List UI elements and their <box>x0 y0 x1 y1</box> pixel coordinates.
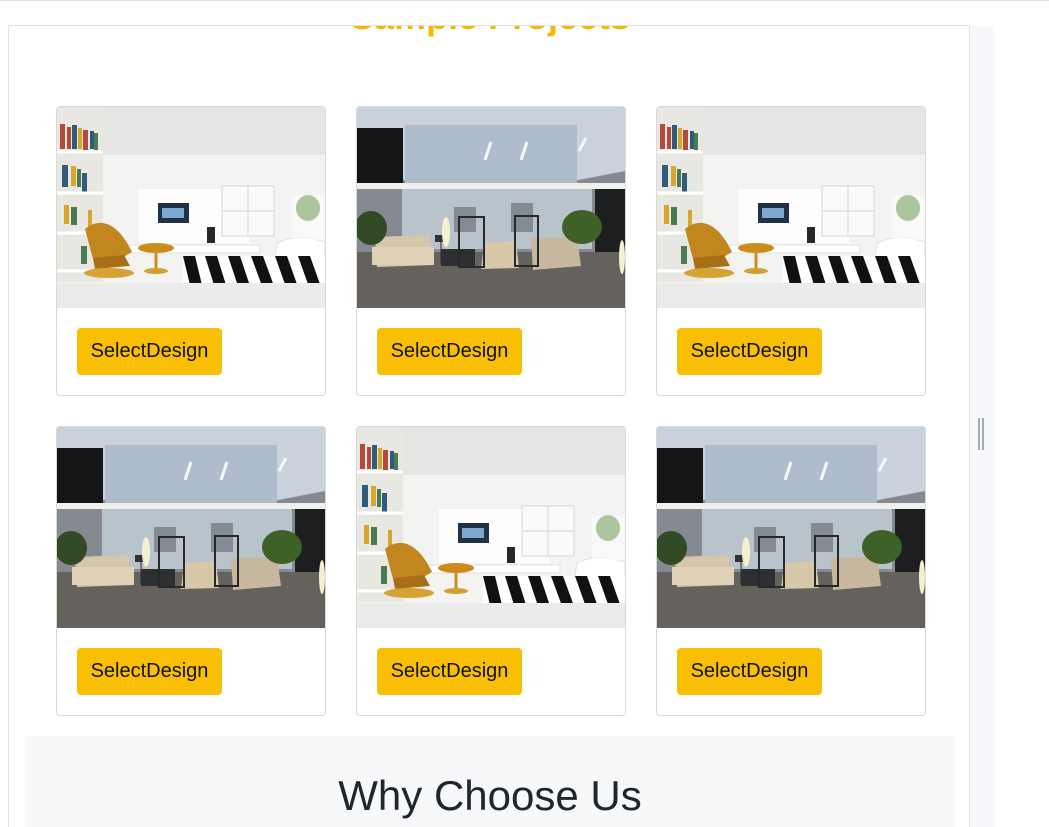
modern-lounge-image <box>57 427 325 628</box>
design-card: SelectDesign <box>56 106 326 396</box>
design-card: SelectDesign <box>356 106 626 396</box>
select-design-button[interactable]: SelectDesign <box>377 328 522 375</box>
why-choose-us-section: Why Choose Us <box>25 736 955 827</box>
section-heading: Sample Projects <box>9 26 969 38</box>
white-living-room-image <box>357 427 625 628</box>
select-design-button[interactable]: SelectDesign <box>377 648 522 695</box>
why-choose-us-title: Why Choose Us <box>338 772 642 819</box>
select-design-button[interactable]: SelectDesign <box>677 648 822 695</box>
select-design-button[interactable]: SelectDesign <box>677 328 822 375</box>
design-card: SelectDesign <box>356 426 626 716</box>
select-design-button[interactable]: SelectDesign <box>77 648 222 695</box>
modern-lounge-image <box>657 427 925 628</box>
design-grid: SelectDesign SelectDesign SelectDesign S… <box>56 106 926 716</box>
select-design-button[interactable]: SelectDesign <box>77 328 222 375</box>
white-living-room-image <box>657 107 925 308</box>
design-card: SelectDesign <box>56 426 326 716</box>
white-living-room-image <box>57 107 325 308</box>
projects-panel: Sample Projects <box>8 25 970 827</box>
modern-lounge-image <box>357 107 625 308</box>
design-card: SelectDesign <box>656 106 926 396</box>
resize-handle[interactable] <box>978 418 984 450</box>
browser-top-border <box>0 0 1049 1</box>
design-card: SelectDesign <box>656 426 926 716</box>
